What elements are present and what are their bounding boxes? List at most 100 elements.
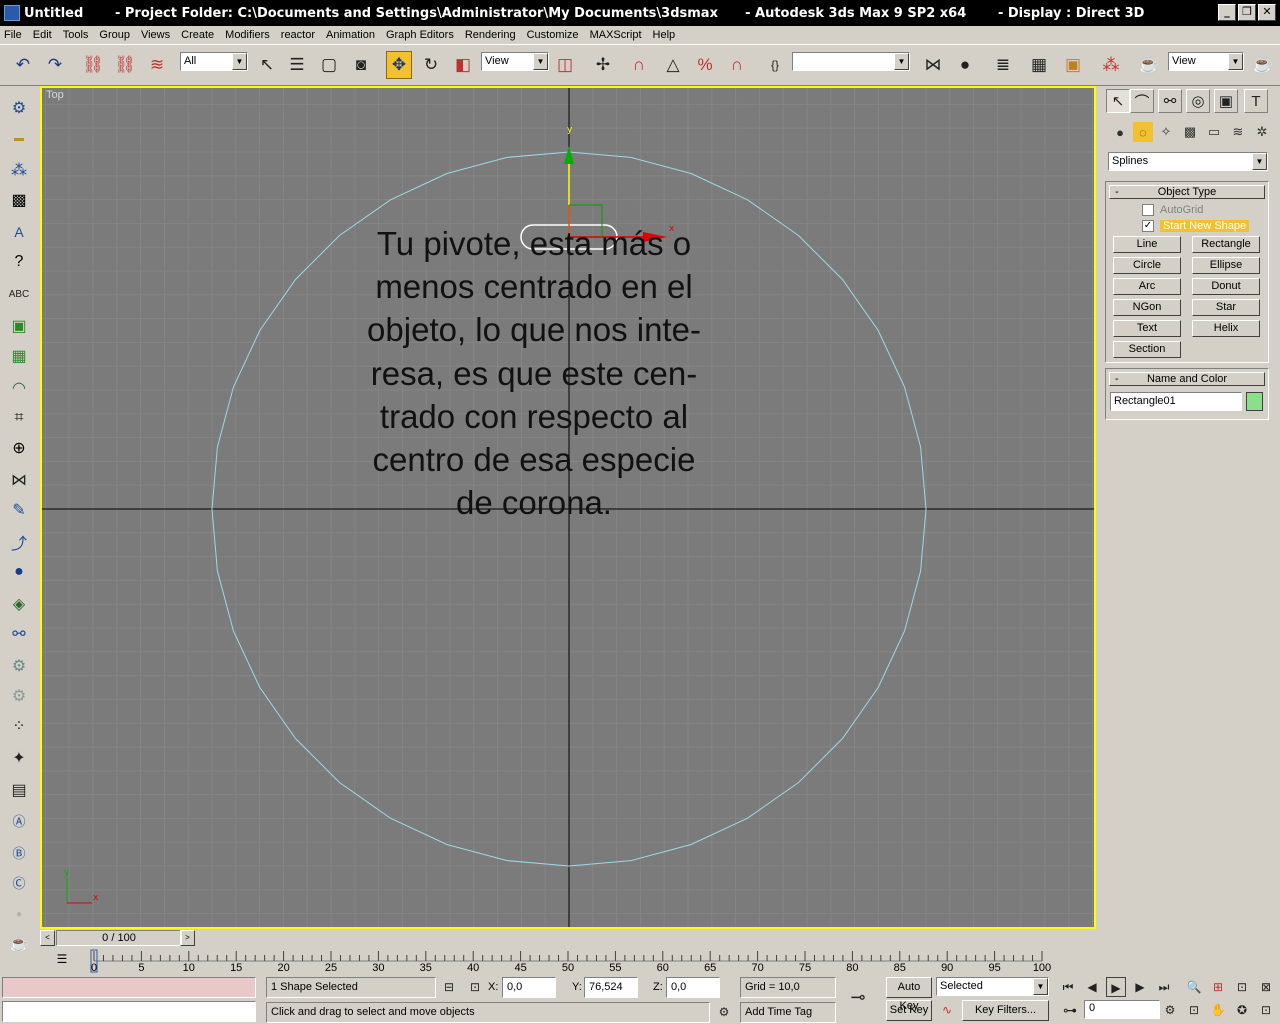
cameras-category-icon[interactable]: ▩ (1180, 122, 1200, 142)
key-filters-button[interactable]: Key Filters... (962, 1000, 1049, 1021)
pivot-center-icon[interactable]: ◫ (552, 51, 578, 79)
bind-space-warp-icon[interactable]: ≋ (144, 51, 170, 79)
percent-snap-icon[interactable]: % (692, 51, 718, 79)
app-icon[interactable] (4, 5, 20, 21)
render-view-dropdown[interactable]: View ▼ (1168, 52, 1244, 71)
gauge-icon[interactable]: ◠ (7, 376, 31, 400)
selection-filter-dropdown[interactable]: All ▼ (180, 52, 248, 71)
systems-category-icon[interactable]: ✲ (1252, 122, 1272, 142)
menu-reactor[interactable]: reactor (281, 29, 315, 41)
unlink-icon[interactable]: ⛓ (112, 51, 138, 79)
checker-icon[interactable]: ▩ (7, 188, 31, 212)
rotate-icon[interactable]: ↻ (418, 51, 444, 79)
menu-tools[interactable]: Tools (63, 29, 89, 41)
angle-snap-icon[interactable]: △ (660, 51, 686, 79)
mirror-icon[interactable]: ⋈ (920, 51, 946, 79)
play-icon[interactable]: ▶ (1106, 977, 1126, 997)
quick-render-icon[interactable]: ☕ (1250, 51, 1276, 79)
redo-icon[interactable]: ↷ (42, 51, 68, 79)
menu-customize[interactable]: Customize (527, 29, 579, 41)
shape-category-dropdown[interactable]: Splines ▼ (1108, 152, 1268, 171)
hierarchy-tab-icon[interactable]: ⚯ (1158, 89, 1182, 113)
menu-file[interactable]: File (4, 29, 22, 41)
grid-icon[interactable]: ▦ (7, 344, 31, 368)
undo-icon[interactable]: ↶ (10, 51, 36, 79)
layer-manager-icon[interactable]: ≣ (990, 51, 1016, 79)
track-bar[interactable]: ☰ 0 5 10 15 20 25 30 35 40 45 50 55 60 65 70 75 80 85 90 95… (0, 949, 1280, 975)
crosshair-icon[interactable]: ⊕ (7, 436, 31, 460)
create-geometry-icon[interactable]: ⚙ (7, 96, 31, 120)
select-by-name-icon[interactable]: ☰ (284, 51, 310, 79)
rectangle-button[interactable]: Rectangle (1192, 236, 1260, 253)
helpers-category-icon[interactable]: ▭ (1204, 122, 1224, 142)
text-tool-icon[interactable]: A (7, 220, 31, 244)
move-icon[interactable]: ✥ (386, 51, 412, 79)
name-and-color-header[interactable]: - Name and Color (1109, 372, 1265, 386)
section-button[interactable]: Section (1113, 341, 1181, 358)
edit-named-selection-icon[interactable]: {} (762, 51, 788, 79)
object-type-header[interactable]: - Object Type (1109, 185, 1265, 199)
add-time-tag-button[interactable]: Add Time Tag (740, 1002, 836, 1023)
track-bar-ruler[interactable]: 0 5 10 15 20 25 30 35 40 45 50 55 60 65 70 75 80 85 90 95 10… (0, 949, 1280, 975)
key-mode-toggle-icon[interactable]: ⊶ (1060, 1000, 1080, 1020)
nodes-icon[interactable]: ⁂ (7, 158, 31, 182)
lights-category-icon[interactable]: ✧ (1156, 122, 1176, 142)
manipulate-icon[interactable]: ✢ (590, 51, 616, 79)
scale-icon[interactable]: ◧ (450, 51, 476, 79)
menu-graph-editors[interactable]: Graph Editors (386, 29, 454, 41)
menu-group[interactable]: Group (99, 29, 130, 41)
line-button[interactable]: Line (1113, 236, 1181, 253)
menu-help[interactable]: Help (653, 29, 676, 41)
donut-button[interactable]: Donut (1192, 278, 1260, 295)
link-tool-icon[interactable]: ⚯ (7, 622, 31, 646)
brush-icon[interactable]: ✎ (7, 498, 31, 522)
region-zoom-icon[interactable]: ⊡ (1184, 1000, 1204, 1020)
snap-toggle-icon[interactable]: ∩ (626, 51, 652, 79)
render-setup-icon[interactable]: ☕ (1136, 51, 1162, 79)
x-coordinate-input[interactable]: 0,0 (502, 977, 556, 998)
menu-create[interactable]: Create (181, 29, 214, 41)
time-slider-next-button[interactable]: > (180, 930, 195, 946)
ngon-button[interactable]: NGon (1113, 299, 1181, 316)
viewport-label[interactable]: Top (46, 89, 64, 101)
menu-edit[interactable]: Edit (33, 29, 52, 41)
time-slider-thumb[interactable]: 0 / 100 (56, 930, 182, 946)
material-editor-icon[interactable]: ⁂ (1098, 51, 1124, 79)
menu-rendering[interactable]: Rendering (465, 29, 516, 41)
maxscript-listener-bottom[interactable] (2, 1001, 256, 1022)
menu-animation[interactable]: Animation (326, 29, 375, 41)
spacewarps-category-icon[interactable]: ≋ (1228, 122, 1248, 142)
help-icon[interactable]: ? (7, 250, 31, 274)
zoom-icon[interactable]: 🔍 (1184, 977, 1204, 997)
shapes-category-icon[interactable]: ◌ (1133, 122, 1153, 142)
abc-icon[interactable]: ABC (7, 282, 31, 306)
utilities-tab-icon[interactable]: T (1244, 89, 1268, 113)
rectangular-selection-icon[interactable]: ▢ (316, 51, 342, 79)
time-configuration-icon[interactable]: ⚙ (1160, 1000, 1180, 1020)
text-button[interactable]: Text (1113, 320, 1181, 337)
set-key-button[interactable]: Set Key (886, 1000, 932, 1021)
menu-views[interactable]: Views (141, 29, 170, 41)
autogrid-checkbox[interactable]: AutoGrid (1142, 203, 1203, 217)
modify-tab-icon[interactable]: ⌒ (1130, 89, 1154, 113)
auto-key-button[interactable]: Auto Key (886, 977, 932, 1012)
y-coordinate-input[interactable]: 76,524 (584, 977, 638, 998)
key-mode-dropdown[interactable]: Selected ▼ (936, 977, 1049, 996)
circle-button[interactable]: Circle (1113, 257, 1181, 274)
zoom-all-icon[interactable]: ⊞ (1208, 977, 1228, 997)
maximize-button[interactable]: ❐ (1238, 4, 1256, 21)
set-key-icon[interactable]: ⊸ (848, 987, 868, 1007)
arc-rotate-icon[interactable]: ✪ (1232, 1000, 1252, 1020)
zoom-extents-all-icon[interactable]: ⊠ (1256, 977, 1276, 997)
close-button[interactable]: ✕ (1258, 4, 1276, 21)
align-icon[interactable]: ● (952, 51, 978, 79)
zoom-extents-icon[interactable]: ⊡ (1232, 977, 1252, 997)
teapot-a-icon[interactable]: Ⓐ (7, 808, 31, 832)
object-color-swatch[interactable] (1246, 392, 1263, 411)
wand-icon[interactable]: ✦ (7, 746, 31, 770)
current-frame-input[interactable]: 0 (1084, 1000, 1160, 1019)
maxscript-listener-top[interactable] (2, 977, 256, 998)
motion-tab-icon[interactable]: ◎ (1186, 89, 1210, 113)
object-name-input[interactable]: Rectangle01 (1110, 392, 1242, 411)
named-selection-dropdown[interactable]: ▼ (792, 52, 910, 71)
